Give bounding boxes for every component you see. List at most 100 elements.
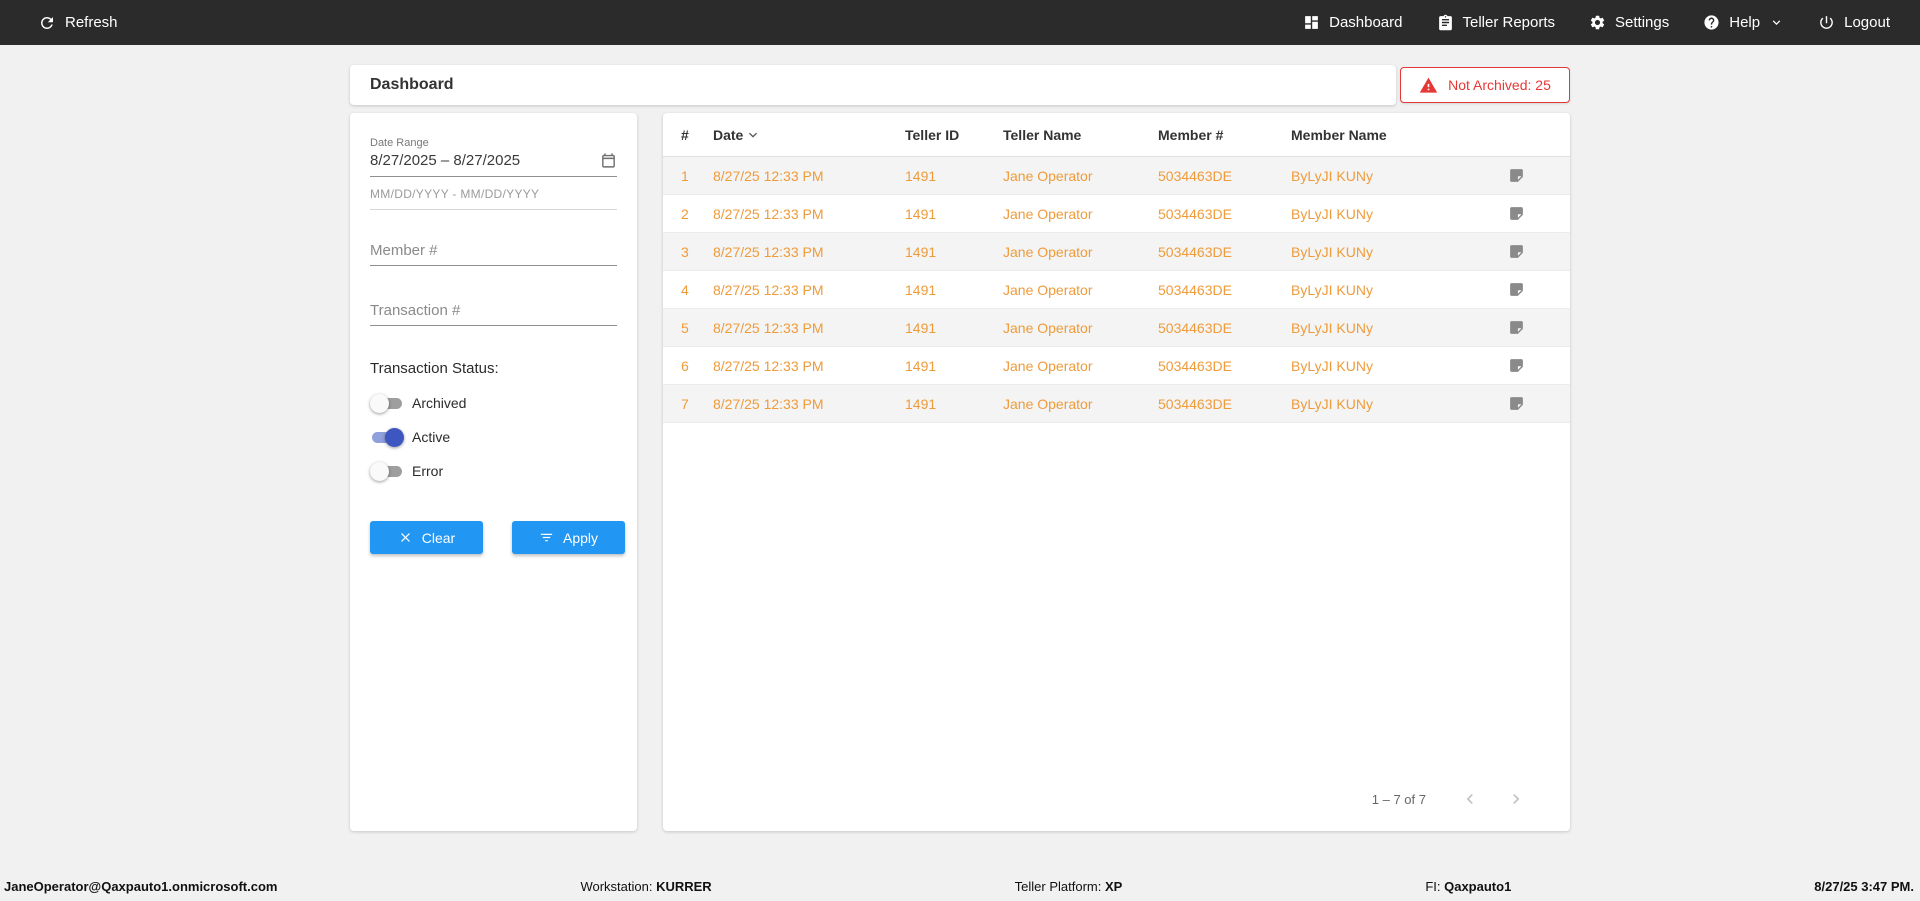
transactions-table-card: # Date Teller ID Teller Name Member # — [663, 113, 1570, 831]
row-member-name: ByLyJI KUNy — [1291, 244, 1508, 260]
status-fi: FI: Qaxpauto1 — [1425, 879, 1511, 894]
note-icon[interactable] — [1508, 243, 1552, 260]
row-number: 3 — [681, 244, 713, 260]
nav-logout[interactable]: Logout — [1818, 14, 1890, 31]
column-header-teller-id[interactable]: Teller ID — [905, 127, 1003, 143]
note-icon[interactable] — [1508, 205, 1552, 222]
status-bar: JaneOperator@Qaxpauto1.onmicrosoft.com W… — [0, 875, 1920, 901]
row-teller-id: 1491 — [905, 320, 1003, 336]
column-header-date[interactable]: Date — [713, 127, 905, 143]
next-page-icon[interactable] — [1506, 789, 1526, 809]
toggle-active-switch[interactable] — [370, 430, 404, 445]
row-date: 8/27/25 12:33 PM — [713, 358, 905, 374]
not-archived-label: Not Archived: 25 — [1448, 77, 1551, 93]
main-content: Dashboard Not Archived: 25 Date Range 8/… — [350, 45, 1570, 831]
nav-help-label: Help — [1729, 14, 1760, 31]
refresh-button[interactable]: Refresh — [38, 14, 118, 32]
table-row[interactable]: 5 8/27/25 12:33 PM 1491 Jane Operator 50… — [663, 309, 1570, 347]
date-range-label: Date Range — [370, 137, 617, 149]
row-teller-id: 1491 — [905, 206, 1003, 222]
row-number: 1 — [681, 168, 713, 184]
row-teller-id: 1491 — [905, 244, 1003, 260]
row-teller-name: Jane Operator — [1003, 168, 1158, 184]
row-member-num: 5034463DE — [1158, 358, 1291, 374]
row-teller-id: 1491 — [905, 396, 1003, 412]
status-teller-platform: Teller Platform: XP — [1015, 879, 1123, 894]
date-range-input[interactable]: 8/27/2025 – 8/27/2025 — [370, 152, 617, 177]
row-teller-name: Jane Operator — [1003, 396, 1158, 412]
clear-button[interactable]: Clear — [370, 521, 483, 554]
row-teller-id: 1491 — [905, 358, 1003, 374]
row-teller-name: Jane Operator — [1003, 358, 1158, 374]
toggle-archived-label: Archived — [412, 395, 466, 411]
not-archived-badge[interactable]: Not Archived: 25 — [1400, 67, 1570, 103]
row-member-name: ByLyJI KUNy — [1291, 320, 1508, 336]
refresh-label: Refresh — [65, 14, 118, 31]
filter-panel: Date Range 8/27/2025 – 8/27/2025 MM/DD/Y… — [350, 113, 637, 831]
nav-teller-reports[interactable]: Teller Reports — [1437, 14, 1556, 31]
toggle-active[interactable]: Active — [370, 429, 617, 445]
nav-help[interactable]: Help — [1703, 14, 1784, 31]
table-row[interactable]: 6 8/27/25 12:33 PM 1491 Jane Operator 50… — [663, 347, 1570, 385]
dashboard-icon — [1303, 14, 1320, 31]
table-row[interactable]: 4 8/27/25 12:33 PM 1491 Jane Operator 50… — [663, 271, 1570, 309]
nav-dashboard[interactable]: Dashboard — [1303, 14, 1402, 31]
row-teller-name: Jane Operator — [1003, 282, 1158, 298]
note-icon[interactable] — [1508, 281, 1552, 298]
table-row[interactable]: 3 8/27/25 12:33 PM 1491 Jane Operator 50… — [663, 233, 1570, 271]
member-number-input[interactable] — [370, 236, 617, 266]
row-date: 8/27/25 12:33 PM — [713, 168, 905, 184]
row-date: 8/27/25 12:33 PM — [713, 244, 905, 260]
page-title: Dashboard — [370, 76, 454, 94]
row-member-num: 5034463DE — [1158, 244, 1291, 260]
toggle-error[interactable]: Error — [370, 463, 617, 479]
filter-icon — [539, 530, 554, 545]
sort-desc-icon — [745, 127, 761, 143]
top-bar: Refresh Dashboard Teller Reports Setting… — [0, 0, 1920, 45]
row-member-num: 5034463DE — [1158, 396, 1291, 412]
row-teller-id: 1491 — [905, 282, 1003, 298]
settings-icon — [1589, 14, 1606, 31]
row-member-num: 5034463DE — [1158, 168, 1291, 184]
transaction-status-label: Transaction Status: — [370, 360, 617, 377]
row-member-name: ByLyJI KUNy — [1291, 282, 1508, 298]
refresh-icon — [38, 14, 56, 32]
transaction-number-input[interactable] — [370, 296, 617, 326]
note-icon[interactable] — [1508, 167, 1552, 184]
table-row[interactable]: 2 8/27/25 12:33 PM 1491 Jane Operator 50… — [663, 195, 1570, 233]
column-header-member-name[interactable]: Member Name — [1291, 127, 1508, 143]
status-datetime: 8/27/25 3:47 PM. — [1814, 879, 1914, 894]
toggle-archived-switch[interactable] — [370, 396, 404, 411]
row-member-num: 5034463DE — [1158, 282, 1291, 298]
row-date: 8/27/25 12:33 PM — [713, 320, 905, 336]
date-range-value: 8/27/2025 – 8/27/2025 — [370, 152, 520, 169]
warning-icon — [1419, 76, 1438, 95]
row-number: 7 — [681, 396, 713, 412]
column-header-teller-name[interactable]: Teller Name — [1003, 127, 1158, 143]
table-row[interactable]: 7 8/27/25 12:33 PM 1491 Jane Operator 50… — [663, 385, 1570, 423]
note-icon[interactable] — [1508, 395, 1552, 412]
toggle-archived[interactable]: Archived — [370, 395, 617, 411]
clear-button-label: Clear — [422, 530, 455, 546]
apply-button[interactable]: Apply — [512, 521, 625, 554]
date-format-hint: MM/DD/YYYY - MM/DD/YYYY — [370, 187, 617, 210]
row-number: 4 — [681, 282, 713, 298]
toggle-active-label: Active — [412, 429, 450, 445]
row-member-num: 5034463DE — [1158, 320, 1291, 336]
nav-teller-reports-label: Teller Reports — [1463, 14, 1556, 31]
row-date: 8/27/25 12:33 PM — [713, 396, 905, 412]
row-teller-name: Jane Operator — [1003, 244, 1158, 260]
row-number: 5 — [681, 320, 713, 336]
nav-settings[interactable]: Settings — [1589, 14, 1669, 31]
column-header-member-num[interactable]: Member # — [1158, 127, 1291, 143]
table-row[interactable]: 1 8/27/25 12:33 PM 1491 Jane Operator 50… — [663, 157, 1570, 195]
note-icon[interactable] — [1508, 357, 1552, 374]
previous-page-icon[interactable] — [1460, 789, 1480, 809]
calendar-icon[interactable] — [600, 152, 617, 169]
apply-button-label: Apply — [563, 530, 598, 546]
toggle-error-switch[interactable] — [370, 464, 404, 479]
row-member-name: ByLyJI KUNy — [1291, 168, 1508, 184]
table-header-row: # Date Teller ID Teller Name Member # — [663, 113, 1570, 157]
note-icon[interactable] — [1508, 319, 1552, 336]
column-header-num[interactable]: # — [681, 127, 713, 143]
